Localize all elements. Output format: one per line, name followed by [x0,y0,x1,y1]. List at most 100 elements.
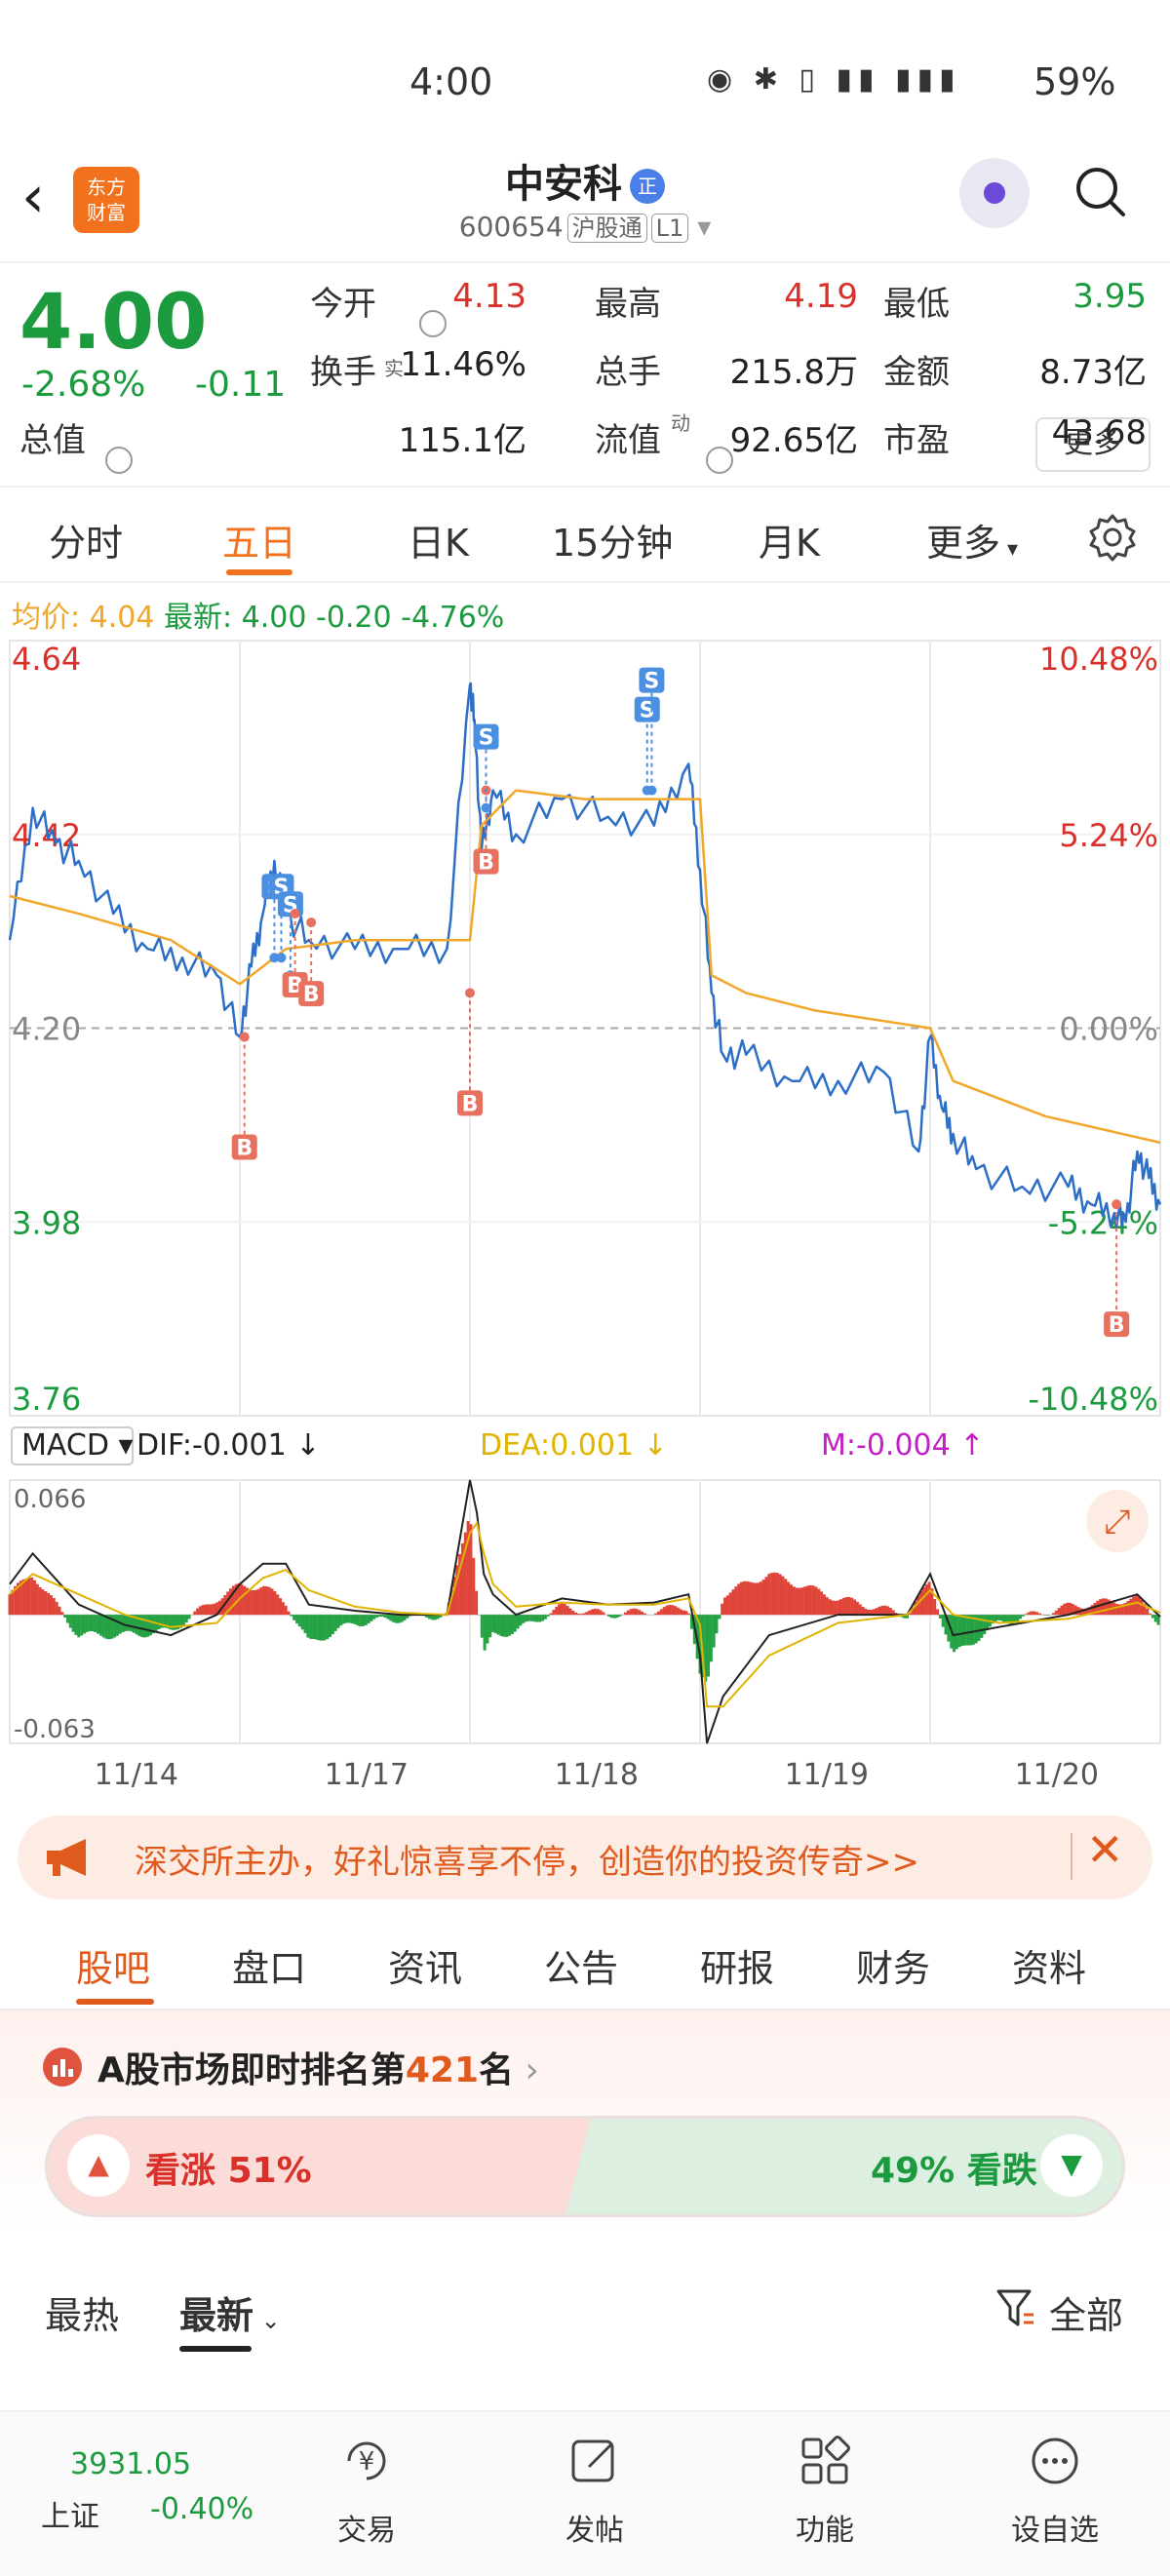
svg-text:¥: ¥ [359,2447,375,2477]
macd-dea-label: DEA:0.001 ↓ [480,1428,668,1463]
tab-announcements[interactable]: 公告 [544,1938,618,1992]
price-axis-label: 4.20 [12,1011,81,1048]
back-icon[interactable]: ‹ [21,168,45,226]
macd-min-label: -0.063 [14,1715,96,1744]
tab-hot[interactable]: 最热 [45,2285,119,2339]
stock-name: 中安科正 [429,152,741,209]
nav-functions[interactable]: 功能 [757,2434,893,2549]
nav-add-watchlist[interactable]: 设自选 [987,2434,1123,2549]
last-price: 4.00 [20,279,208,367]
nav-post[interactable]: 发帖 [526,2434,663,2549]
app-logo[interactable]: 东方 财富 [73,167,139,233]
quote-label-8: 市盈 [883,421,950,460]
ranking-chart-icon [43,2048,82,2087]
x-axis-date-label: 11/14 [95,1758,178,1792]
tab-news[interactable]: 资讯 [388,1938,462,1992]
megaphone-icon [47,1839,86,1876]
more-button[interactable]: 更多 [1035,417,1150,472]
chevron-down-icon: ⌄ [254,2307,281,2334]
divider [1071,1833,1072,1880]
chevron-down-icon: ▾ [1000,537,1019,562]
bullish-label[interactable]: 看涨 51% [145,2142,312,2193]
price-series-line [8,682,1162,1230]
trade-point [290,909,300,919]
expand-icon[interactable]: ⤢ [1104,1503,1130,1542]
nav-add-watchlist-label: 设自选 [1011,2514,1099,2548]
trade-marker-label: B [1109,1313,1125,1338]
trade-marker-label: S [644,670,660,694]
assistant-robot-icon[interactable] [956,158,1034,236]
tab-guba[interactable]: 股吧 [76,1938,150,1992]
market-rank[interactable]: A股市场即时排名第421名 › [98,2042,539,2092]
tab-15min[interactable]: 15分钟 [552,513,673,566]
index-change[interactable]: -0.40% [150,2492,254,2526]
quote-label-5: 金额 [883,353,950,392]
price-summary-line: 均价: 4.04 最新: 4.00 -0.20 -4.76% [12,593,504,636]
tab-fenshi[interactable]: 分时 [49,513,123,566]
tab-five-day[interactable]: 五日 [222,513,296,566]
bearish-button-icon[interactable]: ▼ [1040,2134,1103,2197]
bullish-button-icon[interactable]: ▲ [67,2134,130,2197]
more-dots-icon [1032,2438,1078,2484]
quote-value-7: 92.65亿 [729,421,858,460]
tab-finance[interactable]: 财务 [856,1938,930,1992]
trade-point [239,1032,250,1042]
trade-marker-label: B [478,851,494,876]
battery-percent: 59% [1034,60,1116,103]
bearish-text: 看跌 [966,2151,1037,2191]
logo-text-2: 财富 [87,201,126,224]
search-icon[interactable] [1072,164,1127,218]
quote-value-6: 115.1亿 [398,421,526,460]
filter-icon[interactable] [994,2287,1037,2330]
promo-text: 深交所主办，好礼惊喜享不停，创造你的投资传奇>> [135,1843,919,1882]
trade-point [276,953,287,963]
rank-prefix: A股市场即时排名第 [98,2050,406,2090]
quote-label-1: 最高 [595,285,661,324]
tab-profile[interactable]: 资料 [1012,1938,1086,1992]
rank-number: 421 [405,2050,480,2090]
index-name[interactable]: 上证 [41,2492,99,2535]
pct-axis-label: 5.24% [1059,817,1158,854]
quote-value-2: 3.95 [1072,277,1147,316]
info-dots-icon[interactable] [105,447,133,474]
sentiment-section: A股市场即时排名第421名 › ▲ 看涨 51% 49% 看跌 ▼ [0,2010,1170,2235]
close-icon[interactable]: ✕ [1086,1823,1124,1876]
quote-value-3: 11.46% [400,345,526,384]
tab-more[interactable]: 更多 ▾ [926,513,1018,566]
stock-code-row[interactable]: 600654 沪股通 L1 ▾ [390,209,780,243]
pct-axis-label: 0.00% [1059,1011,1158,1048]
quote-label-7: 流值 [595,421,661,460]
macd-frame [9,1479,1161,1744]
trade-marker-label: B [303,983,320,1007]
tab-month-k[interactable]: 月K [759,513,820,566]
five-day-chart[interactable]: 4.64 10.48%4.42 5.24%4.20 0.00%3.98 -5.24%3.… [0,636,1170,1806]
nav-functions-label: 功能 [796,2514,854,2548]
bearish-label[interactable]: 49% 看跌 [871,2142,1037,2193]
period-tabs: 分时 五日 日K 15分钟 月K 更多 ▾ [0,488,1170,583]
info-dots-icon[interactable] [706,447,733,474]
index-value[interactable]: 3931.05 [70,2447,191,2481]
settings-gear-icon[interactable] [1088,513,1137,562]
trade-point [481,802,491,813]
promo-banner[interactable]: 深交所主办，好礼惊喜享不停，创造你的投资传奇>> ✕ [18,1815,1152,1899]
trade-marker-label: B [462,1092,479,1116]
macd-indicator-label: MACD ▾ [21,1428,134,1463]
change-amount: -0.11 [195,365,287,405]
status-time: 4:00 [410,60,493,103]
level-tag: L1 [650,214,689,243]
trade-marker-label: B [236,1137,253,1161]
latest-change: -0.20 [316,601,392,635]
avg-label: 均价: [12,601,81,635]
quote-value-4: 215.8万 [729,353,858,392]
info-dots-icon[interactable] [419,310,447,337]
x-axis-date-label: 11/18 [555,1758,639,1792]
nav-trade[interactable]: ¥ 交易 [298,2434,435,2549]
filter-all[interactable]: 全部 [1049,2285,1123,2339]
tab-latest[interactable]: 最新 ⌄ [179,2285,281,2339]
tab-research[interactable]: 研报 [700,1938,774,1992]
trade-yen-icon: ¥ [347,2441,386,2480]
status-icons: ◉ ✱ ▯ ▮▮ ▮▮▮ [707,62,961,97]
tab-day-k[interactable]: 日K [408,513,469,566]
feed-filter-bar: 最热 最新 ⌄ 全部 [0,2252,1170,2360]
tab-pankou[interactable]: 盘口 [232,1938,306,1992]
